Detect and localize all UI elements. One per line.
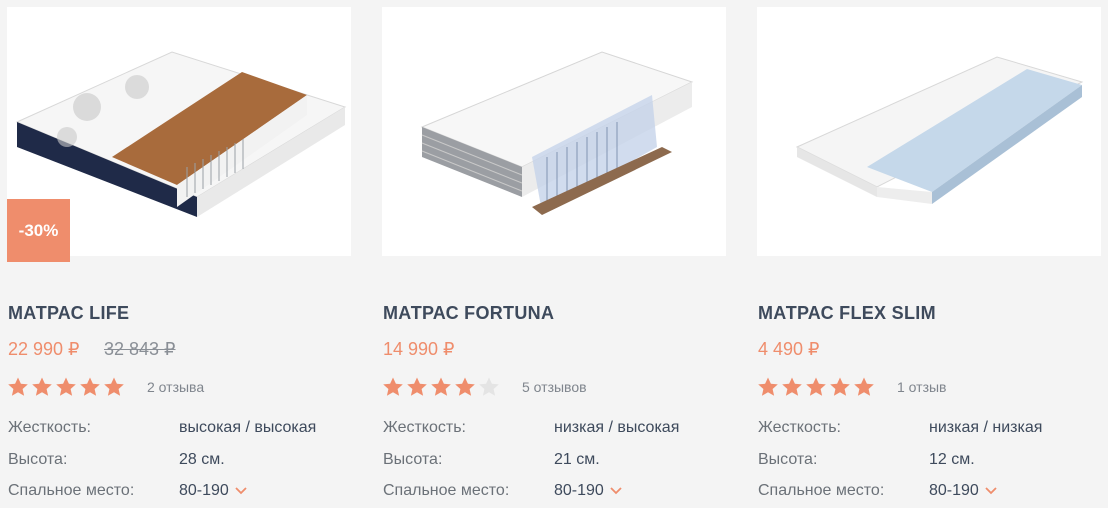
star-icon <box>758 377 778 396</box>
reviews-link[interactable]: 1 отзыв <box>897 379 947 395</box>
product-image[interactable] <box>382 7 726 256</box>
discount-badge: -30% <box>7 199 70 262</box>
size-select[interactable]: 80-190 <box>554 482 622 500</box>
mattress-flex-slim-illustration <box>795 56 1084 204</box>
star-icon <box>782 377 802 396</box>
chevron-down-icon <box>985 487 997 495</box>
size-select[interactable]: 80-190 <box>929 482 997 500</box>
spec-label-height: Высота: <box>8 451 68 468</box>
spec-value-height: 12 см. <box>929 451 975 468</box>
reviews-link[interactable]: 5 отзывов <box>522 379 587 395</box>
rating-stars <box>382 376 500 398</box>
spec-value-height: 28 см. <box>179 451 225 468</box>
star-icon <box>80 377 100 396</box>
star-icon <box>431 377 451 396</box>
spec-value-hardness: низкая / высокая <box>554 419 680 436</box>
star-icon <box>806 377 826 396</box>
star-icon <box>56 377 76 396</box>
product-old-price: 32 843 ₽ <box>104 339 176 359</box>
mattress-fortuna-illustration <box>420 51 694 215</box>
star-icon <box>854 377 874 396</box>
product-image[interactable]: -30% <box>7 7 351 262</box>
product-title[interactable]: МАТРАС FORTUNA <box>383 303 554 324</box>
product-title[interactable]: МАТРАС LIFE <box>8 303 129 324</box>
rating-stars <box>7 376 125 398</box>
product-image[interactable] <box>757 7 1101 256</box>
reviews-link[interactable]: 2 отзыва <box>147 379 204 395</box>
spec-label-height: Высота: <box>383 451 443 468</box>
rating-stars <box>757 376 875 398</box>
spec-label-height: Высота: <box>758 451 818 468</box>
spec-value-hardness: низкая / низкая <box>929 419 1043 436</box>
size-value: 80-190 <box>554 482 604 499</box>
star-icon <box>8 377 28 396</box>
spec-value-hardness: высокая / высокая <box>179 419 317 436</box>
star-icon <box>32 377 52 396</box>
star-icon <box>830 377 850 396</box>
product-price: 22 990 ₽ <box>8 339 80 359</box>
star-icon <box>479 377 499 396</box>
size-value: 80-190 <box>179 482 229 499</box>
chevron-down-icon <box>235 487 247 495</box>
chevron-down-icon <box>610 487 622 495</box>
size-select[interactable]: 80-190 <box>179 482 247 500</box>
product-price: 4 490 ₽ <box>758 339 820 359</box>
spec-label-size: Спальное место: <box>383 482 510 499</box>
star-icon <box>104 377 124 396</box>
star-icon <box>455 377 475 396</box>
size-value: 80-190 <box>929 482 979 499</box>
spec-label-hardness: Жесткость: <box>383 419 466 436</box>
star-icon <box>383 377 403 396</box>
spec-value-height: 21 см. <box>554 451 600 468</box>
product-title[interactable]: МАТРАС FLEX SLIM <box>758 303 936 324</box>
spec-label-size: Спальное место: <box>8 482 135 499</box>
product-price: 14 990 ₽ <box>383 339 455 359</box>
spec-label-hardness: Жесткость: <box>8 419 91 436</box>
spec-label-size: Спальное место: <box>758 482 885 499</box>
star-icon <box>407 377 427 396</box>
spec-label-hardness: Жесткость: <box>758 419 841 436</box>
